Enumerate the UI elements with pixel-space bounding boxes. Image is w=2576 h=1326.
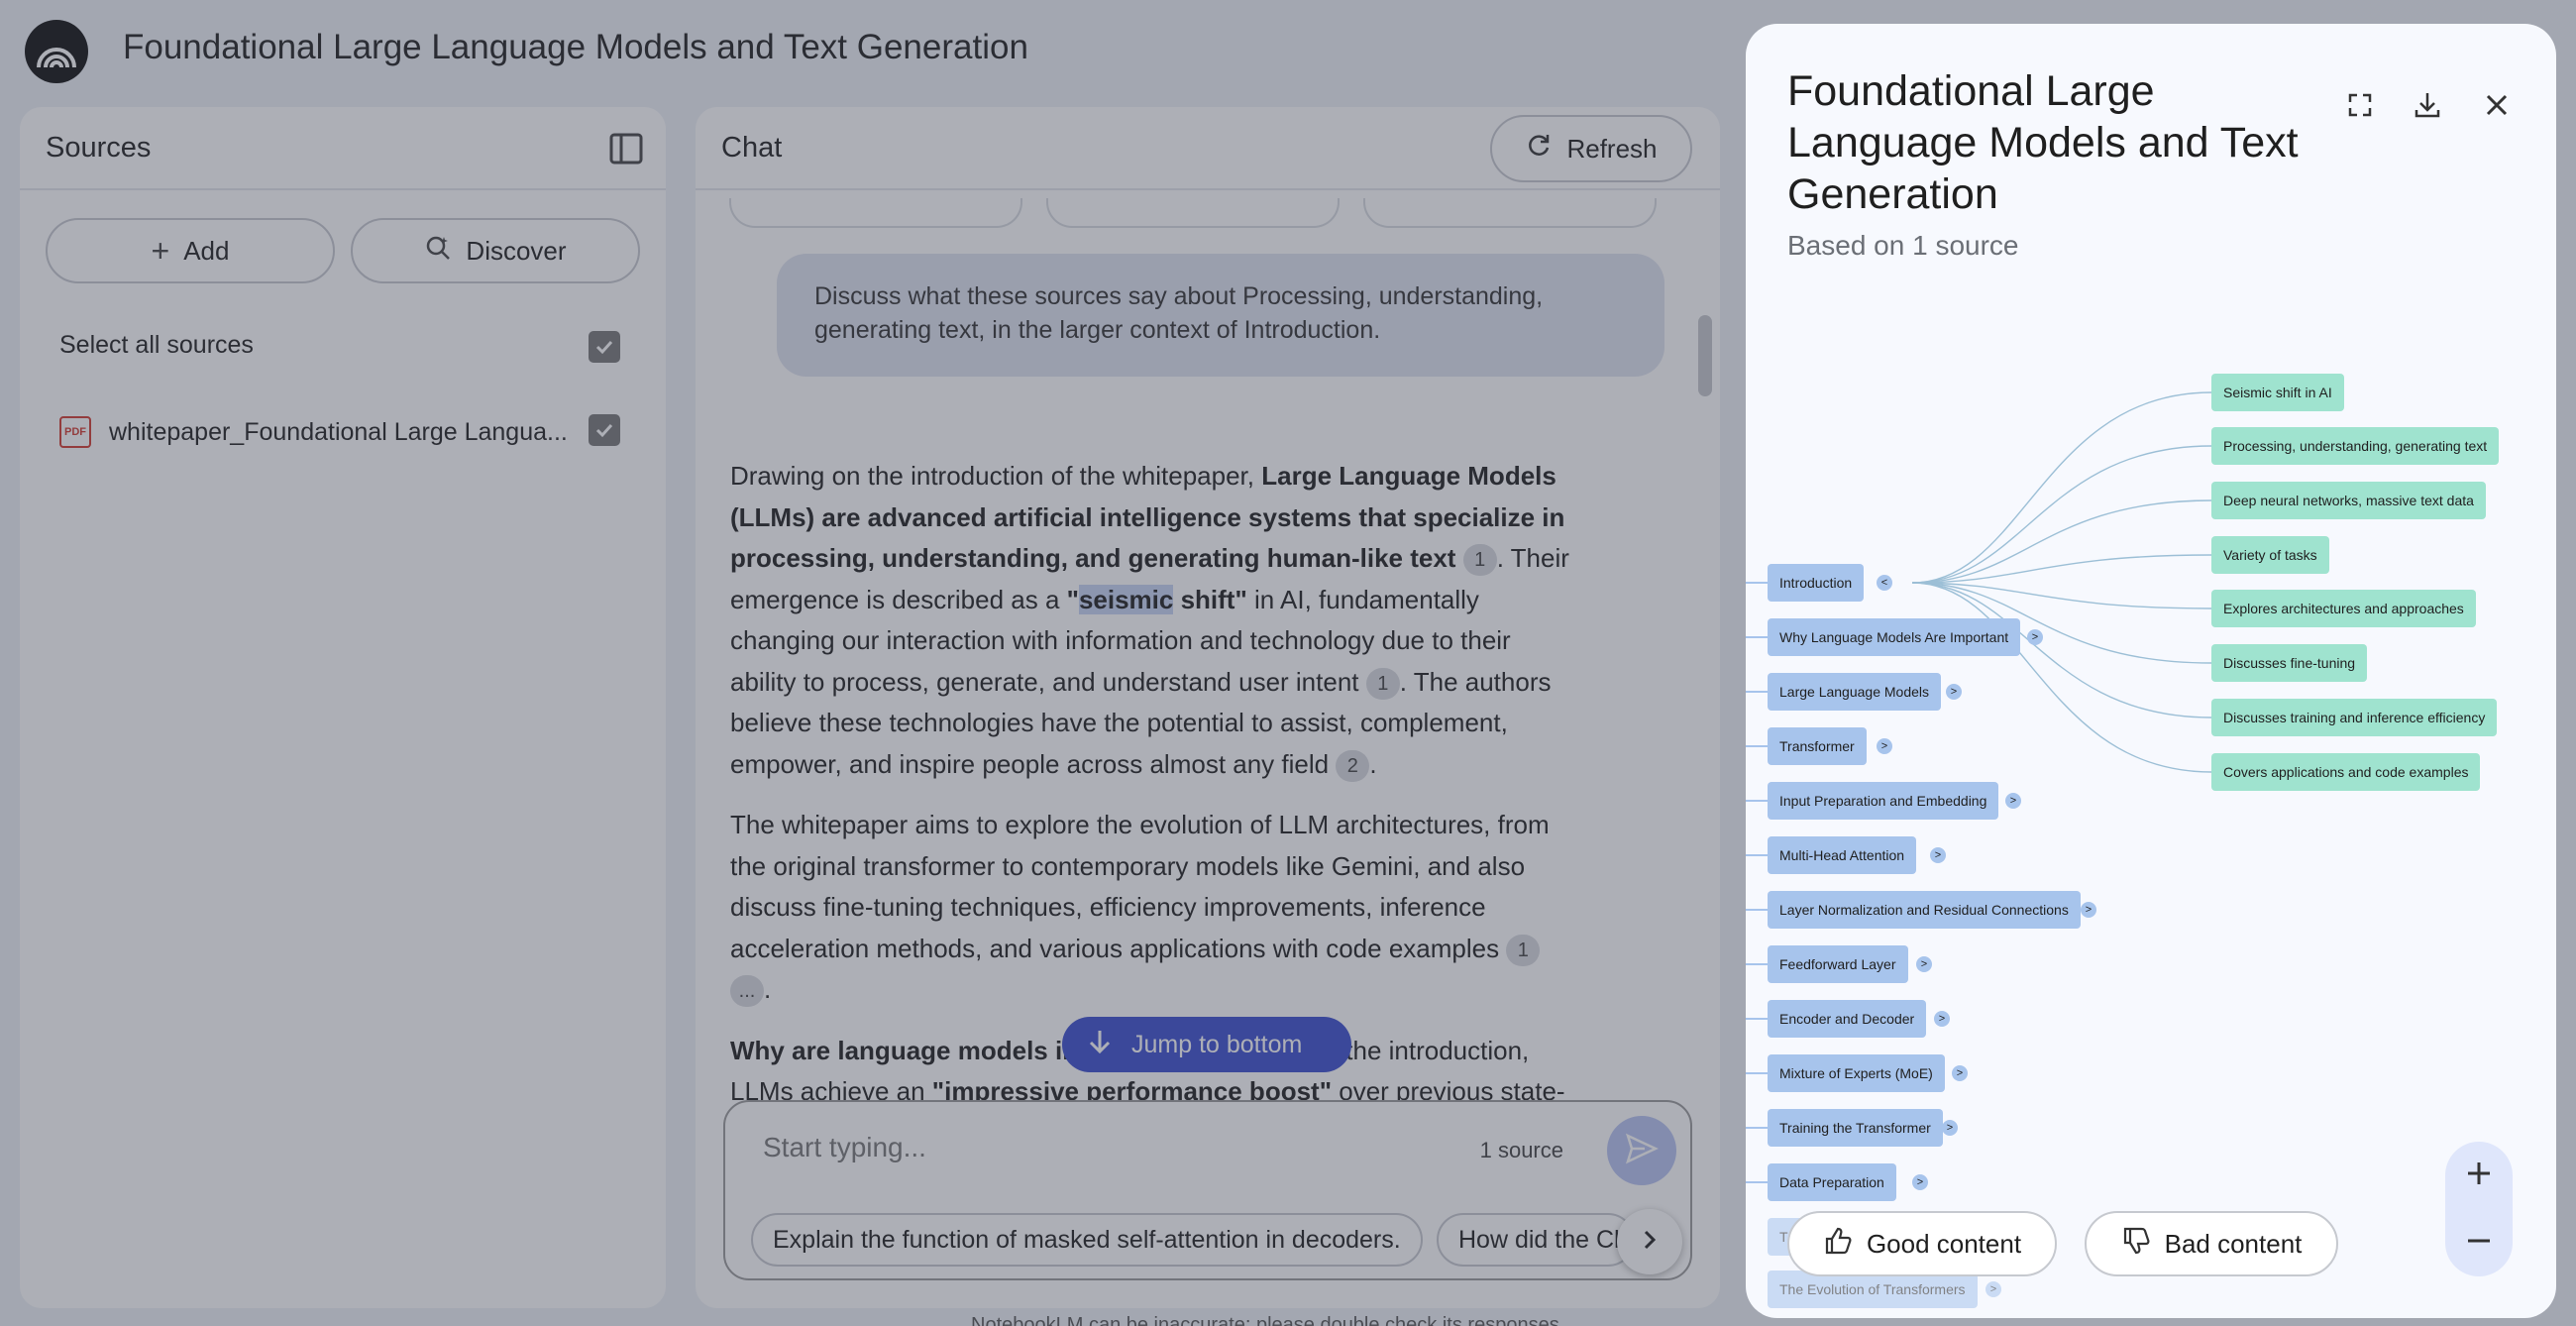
mindmap-node[interactable]: Large Language Models	[1768, 673, 1942, 711]
mindmap-leaf[interactable]: Discusses training and inference efficie…	[2211, 699, 2498, 736]
mindmap-node[interactable]: Input Preparation and Embedding	[1768, 782, 1999, 820]
mindmap-node[interactable]: Training the Transformer	[1768, 1109, 1943, 1147]
mindmap-leaf[interactable]: Variety of tasks	[2211, 536, 2329, 574]
mindmap-leaf[interactable]: Covers applications and code examples	[2211, 753, 2481, 791]
thumbs-up-icon	[1823, 1226, 1853, 1263]
collapse-node-icon[interactable]: <	[1877, 575, 1892, 591]
mindmap-leaf[interactable]: Processing, understanding, generating te…	[2211, 427, 2500, 465]
mindmap-node[interactable]: Feedforward Layer	[1768, 945, 1908, 983]
minus-icon	[2465, 1227, 2493, 1260]
good-content-label: Good content	[1866, 1228, 2022, 1259]
mindmap-node[interactable]: Layer Normalization and Residual Connect…	[1768, 891, 2081, 929]
expand-node-icon[interactable]: >	[2081, 902, 2096, 918]
mindmap-node[interactable]: Transformer	[1768, 727, 1867, 765]
expand-node-icon[interactable]: >	[1934, 1011, 1950, 1027]
expand-node-icon[interactable]: >	[1916, 956, 1932, 972]
mindmap-leaf[interactable]: Explores architectures and approaches	[2211, 590, 2476, 627]
zoom-out-button[interactable]	[2445, 1209, 2513, 1276]
mindmap-dialog: Foundational Large Language Models and T…	[1746, 24, 2556, 1318]
expand-node-icon[interactable]: >	[1930, 847, 1946, 863]
mindmap-leaf[interactable]: Discusses fine-tuning	[2211, 644, 2368, 682]
expand-node-icon[interactable]: >	[1986, 1281, 2001, 1297]
expand-node-icon[interactable]: >	[2005, 793, 2021, 809]
mindmap-leaf[interactable]: Deep neural networks, massive text data	[2211, 482, 2486, 519]
mindmap-leaf[interactable]: Seismic shift in AI	[2211, 374, 2344, 411]
mindmap-node-introduction[interactable]: Introduction	[1768, 564, 1865, 602]
expand-node-icon[interactable]: >	[1952, 1065, 1968, 1081]
zoom-in-button[interactable]	[2445, 1142, 2513, 1209]
plus-icon	[2465, 1160, 2493, 1192]
thumbs-down-icon	[2121, 1226, 2151, 1263]
bad-content-button[interactable]: Bad content	[2085, 1211, 2338, 1276]
good-content-button[interactable]: Good content	[1787, 1211, 2057, 1276]
expand-node-icon[interactable]: >	[1877, 738, 1892, 754]
mindmap-node[interactable]: Multi-Head Attention	[1768, 836, 1917, 874]
expand-node-icon[interactable]: >	[1912, 1174, 1928, 1190]
expand-node-icon[interactable]: >	[1946, 684, 1962, 700]
zoom-control	[2445, 1142, 2513, 1276]
bad-content-label: Bad content	[2164, 1228, 2303, 1259]
expand-node-icon[interactable]: >	[2027, 629, 2043, 645]
expand-node-icon[interactable]: >	[1942, 1120, 1958, 1136]
mindmap-node[interactable]: Encoder and Decoder	[1768, 1000, 1927, 1038]
mindmap-node[interactable]: Data Preparation	[1768, 1163, 1896, 1201]
mindmap-node[interactable]: Why Language Models Are Important	[1768, 618, 2021, 656]
mindmap-node[interactable]: Mixture of Experts (MoE)	[1768, 1054, 1945, 1092]
